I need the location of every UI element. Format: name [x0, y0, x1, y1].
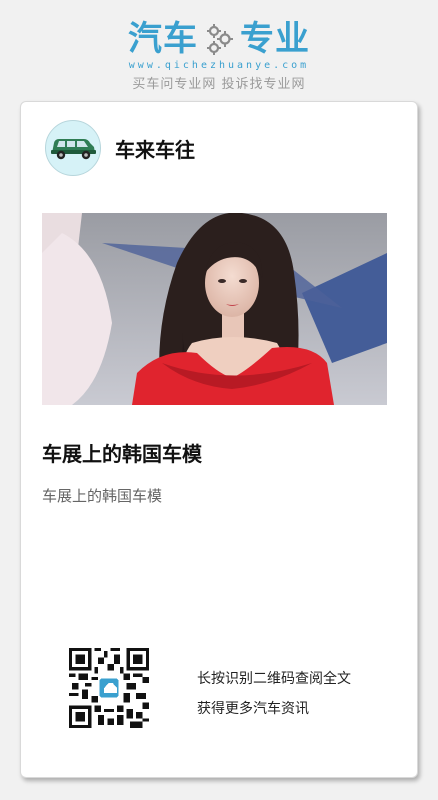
logo-text-left: 汽车 [128, 19, 198, 59]
share-card: 车来车往 车展上的韩国车模 车展上的韩国车模 长按识别二维码查阅全文 获得更多汽… [20, 101, 418, 778]
article-title[interactable]: 车展上的韩国车模 [42, 438, 202, 467]
site-logo[interactable]: 汽车 专业 [0, 18, 438, 60]
article-image[interactable] [42, 213, 387, 405]
author-header[interactable]: 车来车往 [45, 120, 195, 176]
qr-code-icon[interactable] [69, 648, 149, 728]
logo-text-right: 专业 [240, 19, 310, 59]
green-car-icon [51, 139, 96, 160]
article-summary: 车展上的韩国车模 [42, 487, 163, 505]
gear-icon [204, 22, 234, 56]
brand-header: 汽车 专业 www.qichezhuanye.com 买车问专业网 投诉找专业网 [0, 18, 438, 92]
site-domain: www.qichezhuanye.com [128, 60, 310, 71]
author-name: 车来车往 [115, 137, 195, 162]
site-slogan: 买车问专业网 投诉找专业网 [132, 77, 306, 92]
qr-hint-line2: 获得更多汽车资讯 [197, 701, 309, 717]
avatar[interactable] [45, 120, 101, 176]
qr-hint: 长按识别二维码查阅全文 获得更多汽车资讯 [197, 664, 351, 724]
qr-hint-line1: 长按识别二维码查阅全文 [197, 671, 351, 687]
